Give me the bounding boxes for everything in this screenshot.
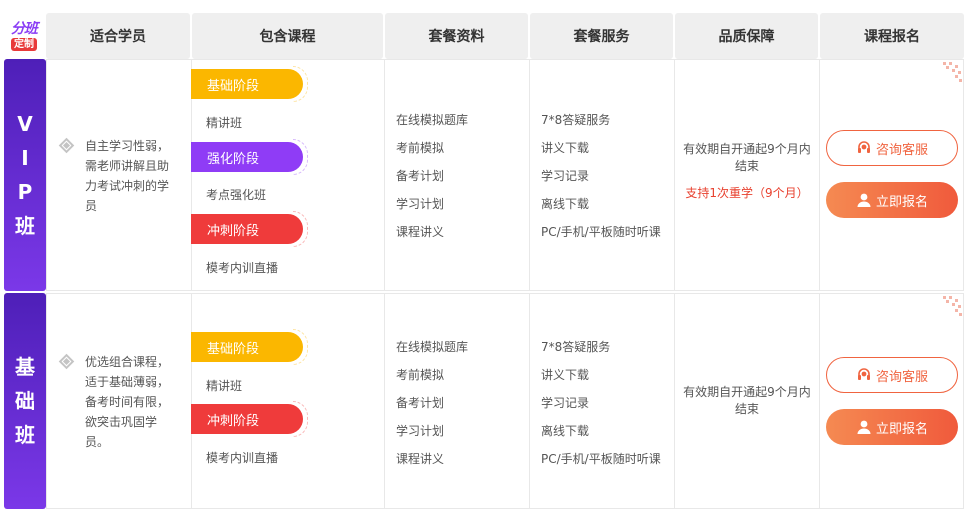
signup-button[interactable]: 立即报名 bbox=[826, 182, 958, 218]
service-item: PC/手机/平板随时听课 bbox=[541, 452, 661, 466]
material-item: 学习计划 bbox=[396, 424, 445, 438]
table-header: 分班 定制 适合学员 包含课程 套餐资料 套餐服务 品质保障 课程报名 bbox=[4, 13, 964, 59]
logo-line1: 分班 bbox=[11, 21, 38, 37]
guarantee-extra: 支持1次重学（9个月） bbox=[685, 186, 809, 200]
material-item: 备考计划 bbox=[396, 169, 445, 183]
service-item: 讲义下载 bbox=[541, 141, 590, 155]
stage-pill: 基础阶段 bbox=[191, 66, 308, 102]
stage-pill: 基础阶段 bbox=[191, 329, 308, 365]
consult-label: 咨询客服 bbox=[875, 142, 928, 158]
suitable-text: 自主学习性弱，需老师讲解且助力考试冲刺的学员 bbox=[85, 139, 170, 213]
service-item: PC/手机/平板随时听课 bbox=[541, 225, 661, 239]
user-icon bbox=[856, 419, 872, 435]
cell-courses: 基础阶段 精讲班 冲刺阶段 模考内训直播 bbox=[191, 293, 385, 509]
material-item: 课程讲义 bbox=[396, 225, 445, 239]
stage-pill: 强化阶段 bbox=[191, 139, 308, 175]
row-label-char: 基 bbox=[15, 355, 35, 379]
material-item: 课程讲义 bbox=[396, 452, 445, 466]
diamond-icon bbox=[58, 353, 75, 370]
consult-button[interactable]: 咨询客服 bbox=[826, 357, 958, 393]
signup-button[interactable]: 立即报名 bbox=[826, 409, 958, 445]
signup-label: 立即报名 bbox=[875, 194, 928, 210]
service-item: 离线下载 bbox=[541, 197, 590, 211]
cell-materials: 在线模拟题库 考前模拟 备考计划 学习计划 课程讲义 bbox=[384, 293, 530, 509]
material-item: 学习计划 bbox=[396, 197, 445, 211]
course-name: 精讲班 bbox=[206, 116, 243, 130]
course-name: 精讲班 bbox=[206, 379, 243, 393]
service-item: 离线下载 bbox=[541, 424, 590, 438]
cell-guarantee: 有效期自开通起9个月内结束 支持1次重学（9个月） bbox=[674, 59, 820, 291]
material-item: 考前模拟 bbox=[396, 368, 445, 382]
qr-corner-icon bbox=[935, 60, 963, 88]
header-signup: 课程报名 bbox=[820, 13, 964, 59]
stage-pill: 冲刺阶段 bbox=[191, 401, 308, 437]
user-icon bbox=[856, 192, 872, 208]
class-custom-logo: 分班 定制 bbox=[4, 13, 44, 59]
cell-materials: 在线模拟题库 考前模拟 备考计划 学习计划 课程讲义 bbox=[384, 59, 530, 291]
signup-label: 立即报名 bbox=[875, 421, 928, 437]
qr-corner-icon bbox=[935, 294, 963, 322]
header-materials: 套餐资料 bbox=[385, 13, 528, 59]
header-guarantee: 品质保障 bbox=[675, 13, 818, 59]
course-name: 模考内训直播 bbox=[206, 261, 279, 275]
cell-guarantee: 有效期自开通起9个月内结束 bbox=[674, 293, 820, 509]
logo-line2: 定制 bbox=[11, 38, 37, 51]
row-label-char: I bbox=[21, 146, 29, 170]
material-item: 考前模拟 bbox=[396, 141, 445, 155]
cell-services: 7*8答疑服务 讲义下载 学习记录 离线下载 PC/手机/平板随时听课 bbox=[529, 293, 675, 509]
table-row-basic: 基 础 班 优选组合课程，适于基础薄弱，备考时间有限，欲突击巩固学员。 基础阶段… bbox=[4, 293, 964, 509]
service-item: 7*8答疑服务 bbox=[541, 340, 611, 354]
row-label-char: 班 bbox=[15, 214, 35, 238]
cell-courses: 基础阶段 精讲班 强化阶段 考点强化班 冲刺阶段 模考内训直播 bbox=[191, 59, 385, 291]
material-item: 备考计划 bbox=[396, 396, 445, 410]
consult-label: 咨询客服 bbox=[875, 369, 928, 385]
service-item: 讲义下载 bbox=[541, 368, 590, 382]
row-label-char: P bbox=[17, 180, 33, 204]
cell-signup: 咨询客服 立即报名 bbox=[819, 293, 964, 509]
suitable-text: 优选组合课程，适于基础薄弱，备考时间有限，欲突击巩固学员。 bbox=[85, 355, 170, 449]
header-courses: 包含课程 bbox=[192, 13, 383, 59]
material-item: 在线模拟题库 bbox=[396, 340, 469, 354]
row-label-basic: 基 础 班 bbox=[4, 293, 46, 509]
headset-icon bbox=[856, 140, 872, 156]
header-suitable: 适合学员 bbox=[46, 13, 190, 59]
service-item: 7*8答疑服务 bbox=[541, 113, 611, 127]
course-name: 考点强化班 bbox=[206, 188, 267, 202]
service-item: 学习记录 bbox=[541, 396, 590, 410]
cell-services: 7*8答疑服务 讲义下载 学习记录 离线下载 PC/手机/平板随时听课 bbox=[529, 59, 675, 291]
diamond-icon bbox=[58, 137, 75, 154]
guarantee-text: 有效期自开通起9个月内结束 bbox=[683, 142, 811, 173]
row-label-char: V bbox=[17, 112, 33, 136]
consult-button[interactable]: 咨询客服 bbox=[826, 130, 958, 166]
service-item: 学习记录 bbox=[541, 169, 590, 183]
row-label-char: 础 bbox=[15, 389, 35, 413]
cell-signup: 咨询客服 立即报名 bbox=[819, 59, 964, 291]
stage-pill: 冲刺阶段 bbox=[191, 211, 308, 247]
row-label-vip: V I P 班 bbox=[4, 59, 46, 291]
table-row-vip: V I P 班 自主学习性弱，需老师讲解且助力考试冲刺的学员 基础阶段 精讲班 … bbox=[4, 59, 964, 291]
guarantee-text: 有效期自开通起9个月内结束 bbox=[683, 385, 811, 416]
cell-suitable: 自主学习性弱，需老师讲解且助力考试冲刺的学员 bbox=[46, 59, 192, 291]
row-label-char: 班 bbox=[15, 423, 35, 447]
material-item: 在线模拟题库 bbox=[396, 113, 469, 127]
course-name: 模考内训直播 bbox=[206, 451, 279, 465]
cell-suitable: 优选组合课程，适于基础薄弱，备考时间有限，欲突击巩固学员。 bbox=[46, 293, 192, 509]
headset-icon bbox=[856, 367, 872, 383]
header-services: 套餐服务 bbox=[530, 13, 673, 59]
